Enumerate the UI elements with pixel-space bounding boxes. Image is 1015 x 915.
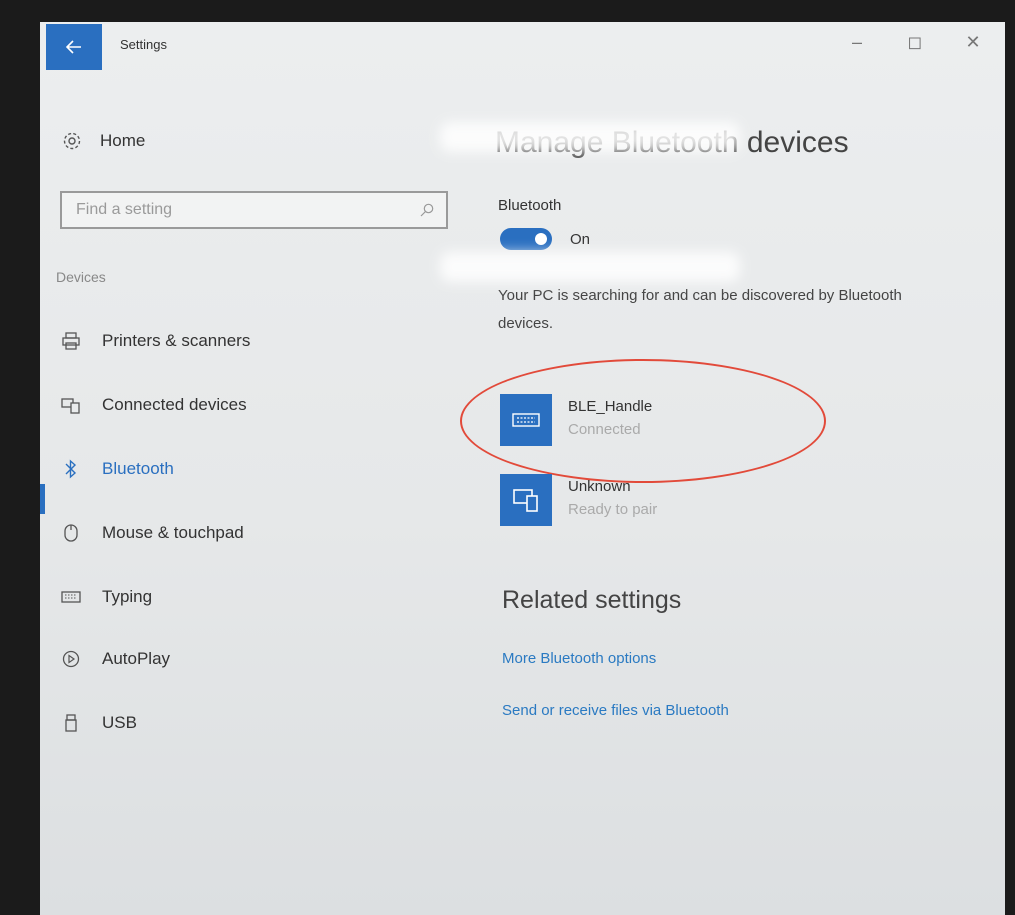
- sidebar-item-printers[interactable]: Printers & scanners: [60, 326, 250, 356]
- back-button[interactable]: [46, 24, 102, 70]
- sidebar-item-label: AutoPlay: [102, 649, 171, 668]
- device-ble-handle[interactable]: BLE_Handle Connected: [500, 394, 652, 446]
- related-settings-title: Related settings: [502, 586, 682, 614]
- window-controls: – ◻ ✕: [847, 32, 983, 53]
- sidebar-item-connected-devices[interactable]: Connected devices: [60, 390, 247, 420]
- restore-button[interactable]: ◻: [905, 32, 925, 53]
- app-title: Settings: [120, 37, 167, 52]
- search-icon[interactable]: [420, 203, 434, 217]
- keyboard-icon: [60, 586, 82, 608]
- sidebar-item-label: Printers & scanners: [102, 331, 251, 350]
- device-name: Unknown: [568, 478, 631, 495]
- settings-window: Settings – ◻ ✕ Home Devices: [40, 22, 1005, 915]
- connected-devices-icon: [60, 394, 82, 416]
- close-button[interactable]: ✕: [963, 32, 983, 53]
- sidebar-item-label: Typing: [102, 587, 153, 606]
- device-status: Ready to pair: [568, 501, 658, 518]
- sidebar: Home Devices Printers & scanners Connect…: [40, 74, 480, 874]
- sidebar-item-autoplay[interactable]: AutoPlay: [60, 644, 170, 674]
- bluetooth-label: Bluetooth: [498, 197, 562, 214]
- sidebar-item-label: Mouse & touchpad: [102, 523, 244, 542]
- discoverable-text: Your PC is searching for and can be disc…: [498, 287, 902, 332]
- device-name: BLE_Handle: [568, 398, 653, 415]
- sidebar-item-label: Connected devices: [102, 395, 247, 414]
- device-status: Connected: [568, 421, 641, 438]
- autoplay-icon: [60, 648, 82, 670]
- home-link[interactable]: Home: [62, 131, 145, 151]
- bluetooth-icon: [60, 458, 82, 480]
- bluetooth-toggle[interactable]: [500, 228, 552, 250]
- sidebar-item-mouse[interactable]: Mouse & touchpad: [60, 518, 244, 548]
- toggle-state-label: On: [570, 231, 591, 248]
- search-input[interactable]: [74, 200, 408, 220]
- more-bluetooth-options-link[interactable]: More Bluetooth options: [502, 650, 656, 667]
- section-title: Devices: [56, 269, 106, 285]
- device-unknown[interactable]: Unknown Ready to pair: [500, 474, 657, 526]
- sidebar-item-typing[interactable]: Typing: [60, 582, 152, 612]
- toggle-knob: [535, 233, 547, 245]
- glare-overlay: [440, 252, 740, 282]
- home-label: Home: [100, 131, 146, 150]
- sidebar-item-bluetooth[interactable]: Bluetooth: [60, 454, 174, 484]
- glare-overlay: [440, 122, 740, 152]
- send-receive-files-link[interactable]: Send or receive files via Bluetooth: [502, 702, 729, 719]
- search-box[interactable]: [60, 191, 448, 229]
- sidebar-item-label: USB: [102, 713, 137, 732]
- minimize-button[interactable]: –: [847, 32, 867, 53]
- title-bar: Settings – ◻ ✕: [40, 22, 1005, 74]
- mouse-icon: [60, 522, 82, 544]
- keyboard-device-icon: [500, 394, 552, 446]
- active-indicator: [40, 484, 45, 514]
- printer-icon: [60, 330, 82, 352]
- devices-icon: [500, 474, 552, 526]
- gear-icon: [63, 132, 81, 150]
- back-arrow-icon: [66, 40, 81, 54]
- sidebar-item-label: Bluetooth: [102, 459, 174, 478]
- sidebar-item-usb[interactable]: USB: [60, 708, 137, 738]
- usb-icon: [60, 712, 82, 734]
